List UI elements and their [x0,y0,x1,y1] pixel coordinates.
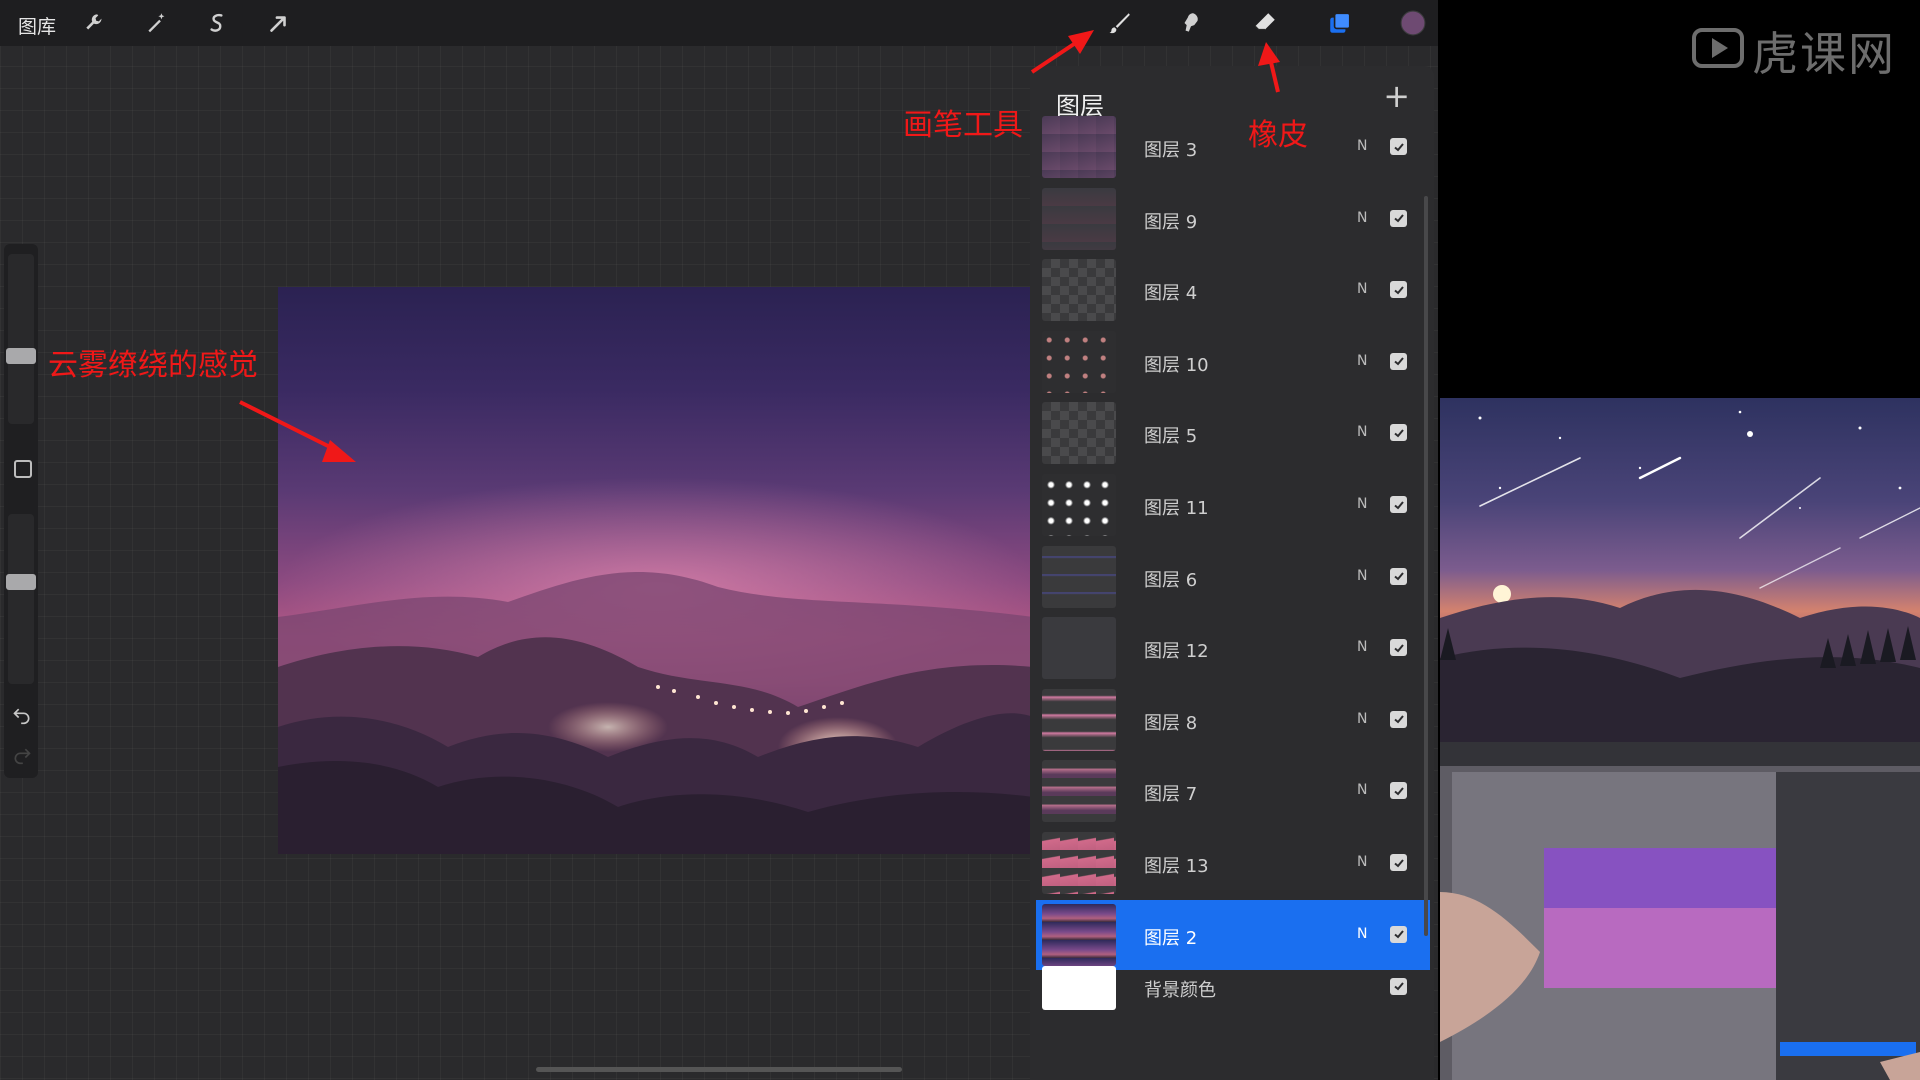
shooting-stars [1479,456,1920,589]
reference-preview-image [1440,398,1920,742]
glowing-star [1493,585,1511,603]
procreate-app: 图库 图层 + 图层 3 N 图层 9 N 图层 4 N 图层 10 N 图层 … [0,0,1438,1080]
stars [1478,410,1902,509]
hand-drawing-video [1440,742,1920,1080]
brush-arrow [1030,38,1082,74]
watermark-text: 虎课网 [1752,27,1896,81]
tablet-layers-thumbnail [1776,772,1920,1080]
annotation-arrows [239,30,1280,462]
cloud-arrow [239,400,341,454]
watermark-logo-icon [1692,28,1744,68]
